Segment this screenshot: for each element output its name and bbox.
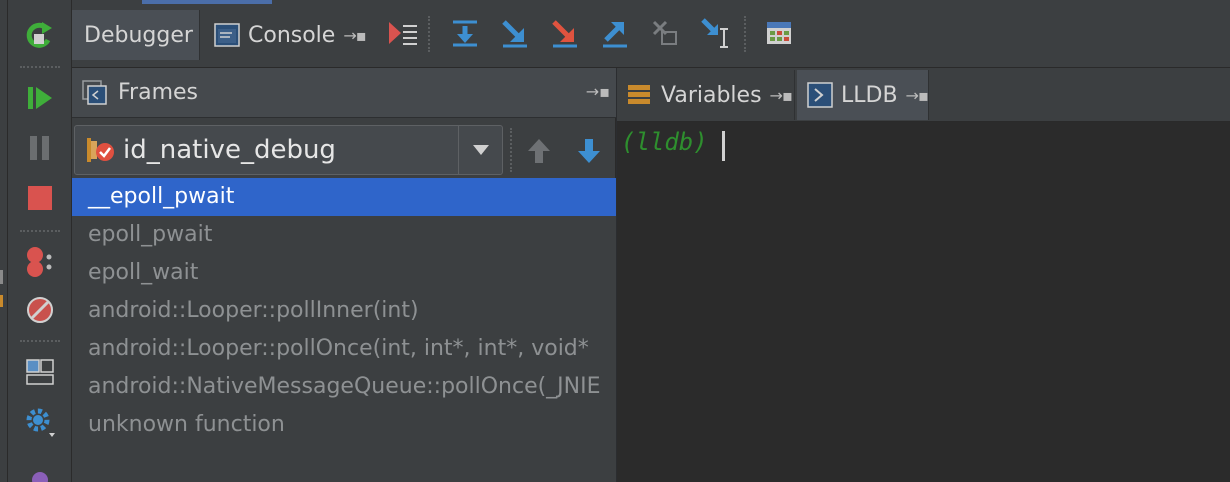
step-into-icon[interactable] (498, 16, 532, 50)
tab-console[interactable]: Console →▪ (202, 10, 378, 60)
frame-item[interactable]: android::Looper::pollOnce(int, int*, int… (72, 330, 616, 368)
thread-selector-row: id_native_debug (72, 122, 616, 178)
frames-header: Frames →▪ (72, 68, 616, 118)
chevron-down-icon[interactable] (458, 126, 502, 174)
rerun-icon[interactable] (22, 18, 58, 54)
tab-debugger[interactable]: Debugger (72, 10, 200, 60)
pin-icon[interactable]: →▪ (343, 26, 366, 45)
step-over-icon[interactable] (448, 16, 482, 50)
pause-icon[interactable] (22, 130, 58, 166)
frames-title: Frames (118, 80, 199, 105)
view-breakpoints-icon[interactable] (22, 244, 58, 280)
separator (20, 230, 60, 232)
frame-item[interactable]: android::NativeMessageQueue::pollOnce(_J… (72, 368, 616, 406)
plugin-icon[interactable] (22, 458, 58, 482)
frame-item[interactable]: epoll_pwait (72, 216, 616, 254)
gutter-marker (0, 270, 3, 284)
resume-icon[interactable] (22, 80, 58, 116)
tab-console-label: Console (248, 22, 336, 48)
debug-actions-bar (8, 0, 72, 482)
show-execution-point-icon[interactable] (386, 16, 420, 50)
run-to-cursor-icon[interactable] (698, 16, 732, 50)
tab-lldb-label: LLDB (841, 82, 898, 108)
thread-name: id_native_debug (123, 135, 336, 165)
stop-icon[interactable] (22, 180, 58, 216)
thread-icon (85, 135, 115, 165)
debug-toolbar: Debugger Console →▪ (72, 0, 1230, 68)
lldb-prompt: (lldb) (621, 128, 708, 156)
frames-icon (82, 79, 108, 106)
separator (510, 128, 512, 172)
editor-gutter (0, 0, 8, 482)
frame-item[interactable]: epoll_wait (72, 254, 616, 292)
pin-icon[interactable]: →▪ (770, 86, 793, 105)
pin-icon[interactable]: →▪ (906, 86, 929, 105)
console-icon (214, 23, 240, 47)
tab-lldb[interactable]: LLDB →▪ (797, 70, 929, 120)
pin-icon[interactable]: →▪ (586, 82, 610, 101)
active-strip (142, 0, 272, 4)
variables-lldb-panel: Variables →▪ LLDB →▪ (lldb) (617, 68, 1230, 482)
frame-item[interactable]: unknown function (72, 406, 616, 444)
next-frame-icon[interactable] (572, 134, 606, 168)
right-tab-bar: Variables →▪ LLDB →▪ (617, 68, 1230, 122)
separator (20, 66, 60, 68)
variables-icon (627, 83, 651, 107)
frame-item[interactable]: android::Looper::pollInner(int) (72, 292, 616, 330)
gutter-warning-marker (0, 295, 3, 307)
step-out-icon[interactable] (598, 16, 632, 50)
restore-layout-icon[interactable] (22, 354, 58, 390)
text-cursor (721, 130, 725, 161)
mute-breakpoints-icon[interactable] (22, 292, 58, 328)
evaluate-expression-icon[interactable] (762, 16, 796, 50)
frames-panel: Frames →▪ id_native_debug __epoll_pwait … (72, 68, 616, 482)
drop-frame-icon[interactable] (648, 16, 682, 50)
lldb-console[interactable]: (lldb) (617, 122, 1230, 482)
separator (428, 16, 430, 52)
thread-combobox[interactable]: id_native_debug (74, 125, 503, 175)
force-step-into-icon[interactable] (548, 16, 582, 50)
tab-variables-label: Variables (661, 82, 762, 108)
separator (744, 16, 746, 52)
separator (20, 340, 60, 342)
frame-list[interactable]: __epoll_pwait epoll_pwait epoll_wait and… (72, 178, 616, 482)
frame-item[interactable]: __epoll_pwait (72, 178, 616, 216)
tab-variables[interactable]: Variables →▪ (617, 70, 795, 120)
settings-icon[interactable] (22, 404, 58, 440)
previous-frame-icon[interactable] (522, 134, 556, 168)
tab-debugger-label: Debugger (84, 22, 193, 48)
terminal-icon (807, 82, 833, 108)
